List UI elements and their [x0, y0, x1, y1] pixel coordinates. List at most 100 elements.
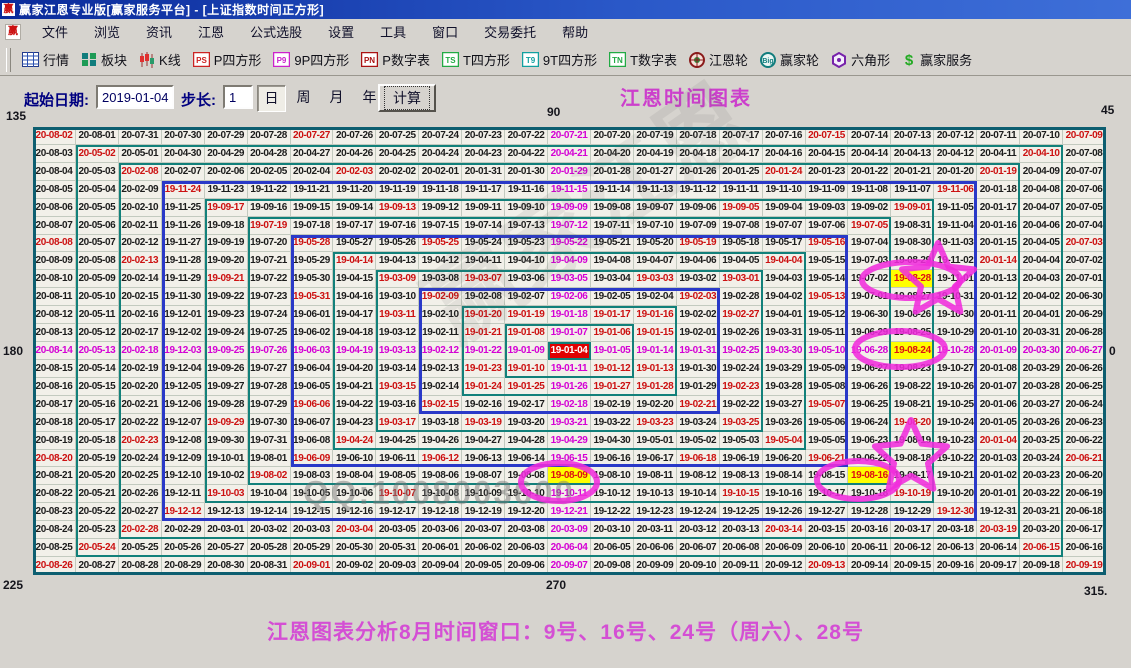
date-cell: 19-08-08	[505, 467, 548, 485]
date-cell: 19-11-18	[419, 181, 462, 199]
menu-item-资讯[interactable]: 资讯	[133, 19, 185, 44]
date-cell: 19-01-14	[634, 342, 677, 360]
toolbar-item-P四方形[interactable]: PSP四方形	[187, 47, 268, 72]
date-cell: 19-08-18	[891, 450, 934, 468]
menu-item-浏览[interactable]: 浏览	[81, 19, 133, 44]
date-cell: 19-02-26	[720, 324, 763, 342]
unit-button-周[interactable]: 周	[290, 85, 317, 110]
toolbar-item-T四方形[interactable]: TST四方形	[436, 47, 516, 72]
date-cell: 20-05-22	[76, 503, 119, 521]
date-cell: 20-02-12	[119, 235, 162, 253]
menu-item-公式选股[interactable]: 公式选股	[237, 19, 315, 44]
date-cell: 19-07-10	[634, 217, 677, 235]
date-cell: 20-02-15	[119, 288, 162, 306]
toolbar-item-赢家服务[interactable]: $赢家服务	[896, 47, 978, 72]
date-cell: 19-09-22	[205, 288, 248, 306]
date-cell: 19-02-03	[677, 288, 720, 306]
angle-label-right: 0	[1109, 344, 1116, 358]
date-cell: 20-07-26	[333, 127, 376, 145]
date-cell: 20-02-24	[119, 450, 162, 468]
toolbar-item-P数字表[interactable]: PNP数字表	[355, 47, 436, 72]
toolbar-item-9P四方形[interactable]: P99P四方形	[267, 47, 355, 72]
menu-item-江恩[interactable]: 江恩	[185, 19, 237, 44]
date-cell: 19-03-05	[548, 270, 591, 288]
unit-button-日[interactable]: 日	[257, 85, 286, 112]
date-cell: 20-02-18	[119, 342, 162, 360]
date-cell: 19-05-11	[806, 324, 849, 342]
date-cell: 19-12-14	[248, 503, 291, 521]
toolbar-item-板块[interactable]: 板块	[75, 47, 133, 72]
date-cell: 19-07-19	[248, 217, 291, 235]
toolbar-item-T数字表[interactable]: TNT数字表	[603, 47, 683, 72]
date-cell: 19-04-11	[462, 252, 505, 270]
date-cell: 20-02-25	[119, 467, 162, 485]
date-cell: 19-09-02	[848, 199, 891, 217]
date-cell: 19-08-26	[891, 306, 934, 324]
date-cell: 19-02-25	[720, 342, 763, 360]
date-cell: 19-05-24	[462, 235, 505, 253]
menu-item-窗口[interactable]: 窗口	[419, 19, 471, 44]
date-cell: 19-08-12	[677, 467, 720, 485]
date-cell: 20-06-06	[634, 539, 677, 557]
date-cell: 20-01-25	[720, 163, 763, 181]
menu-item-设置[interactable]: 设置	[315, 19, 367, 44]
date-cell: 19-12-21	[548, 503, 591, 521]
date-cell: 19-11-29	[162, 270, 205, 288]
date-cell: 19-10-17	[806, 485, 849, 503]
app-window: 赢 赢家江恩专业版[赢家服务平台] - [上证指数时间正方形] 赢 文件浏览资讯…	[0, 0, 1131, 668]
svg-text:PN: PN	[364, 56, 375, 65]
date-cell: 20-01-17	[977, 199, 1020, 217]
date-cell: 19-03-28	[763, 378, 806, 396]
quote-table-icon	[22, 52, 39, 67]
date-cell: 20-08-31	[248, 557, 291, 575]
date-cell: 20-02-14	[119, 270, 162, 288]
date-cell: 19-10-07	[376, 485, 419, 503]
date-cell: 19-07-25	[248, 324, 291, 342]
start-date-input[interactable]: 2019-01-04	[96, 85, 174, 109]
toolbar-item-行情[interactable]: 行情	[16, 47, 75, 72]
date-cell: 20-03-21	[1020, 503, 1063, 521]
unit-button-月[interactable]: 月	[323, 85, 350, 110]
date-cell: 20-03-05	[376, 521, 419, 539]
toolbar-item-六角形[interactable]: 六角形	[825, 47, 896, 72]
date-cell: 19-02-21	[677, 396, 720, 414]
t9-square-icon: T9	[522, 52, 539, 67]
date-cell: 20-02-09	[119, 181, 162, 199]
menu-item-交易委托[interactable]: 交易委托	[471, 19, 549, 44]
date-cell: 20-04-29	[205, 145, 248, 163]
date-cell: 19-08-03	[291, 467, 334, 485]
date-cell: 19-02-27	[720, 306, 763, 324]
toolbar-item-赢家轮[interactable]: Big赢家轮	[754, 47, 825, 72]
date-cell: 19-02-18	[548, 396, 591, 414]
toolbar-item-K线[interactable]: K线	[133, 47, 187, 72]
date-cell: 20-05-31	[376, 539, 419, 557]
date-cell: 20-06-30	[1063, 288, 1106, 306]
date-cell: 19-06-09	[291, 450, 334, 468]
date-cell: 19-01-13	[634, 360, 677, 378]
date-cell: 19-04-12	[419, 252, 462, 270]
calc-button[interactable]: 计算	[378, 84, 436, 112]
toolbar-item-江恩轮[interactable]: 江恩轮	[683, 47, 754, 72]
date-cell: 20-08-02	[33, 127, 76, 145]
date-cell: 20-02-16	[119, 306, 162, 324]
date-cell: 19-01-08	[505, 324, 548, 342]
date-cell: 19-12-28	[848, 503, 891, 521]
chart-title: 江恩时间图表	[620, 82, 752, 111]
date-cell: 20-05-07	[76, 235, 119, 253]
menu-item-文件[interactable]: 文件	[29, 19, 81, 44]
date-cell: 20-07-01	[1063, 270, 1106, 288]
date-cell: 19-03-29	[763, 360, 806, 378]
menu-item-工具[interactable]: 工具	[367, 19, 419, 44]
date-cell: 20-04-01	[1020, 306, 1063, 324]
date-cell: 19-06-26	[848, 378, 891, 396]
date-cell: 20-09-09	[634, 557, 677, 575]
date-cell: 19-12-01	[162, 306, 205, 324]
date-cell: 19-02-01	[677, 324, 720, 342]
date-cell: 20-03-07	[462, 521, 505, 539]
date-cell: 20-02-13	[119, 252, 162, 270]
date-cell: 19-05-10	[806, 342, 849, 360]
toolbar-item-9T四方形[interactable]: T99T四方形	[516, 47, 603, 72]
date-cell: 20-02-05	[248, 163, 291, 181]
menu-item-帮助[interactable]: 帮助	[549, 19, 601, 44]
step-input[interactable]: 1	[223, 85, 253, 109]
